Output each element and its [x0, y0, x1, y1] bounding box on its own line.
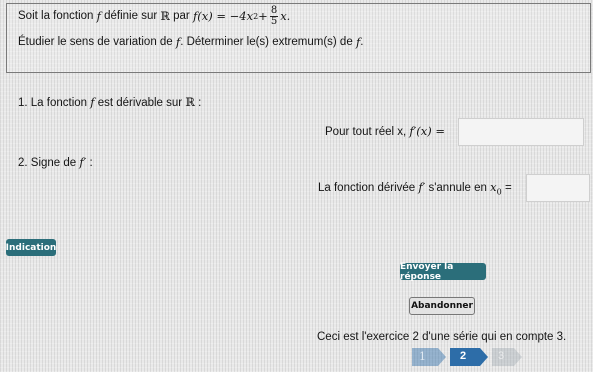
statement-intro: Soit la fonction: [18, 10, 94, 22]
statement-line-2: Étudier le sens de variation de f . Déte…: [18, 32, 578, 52]
q2-prompt-text: La fonction dérivée: [318, 182, 416, 194]
task-end: .: [360, 36, 364, 48]
question-1-label: 1. La fonction f est dérivable sur ℝ :: [18, 95, 201, 109]
exercise-statement: Soit la fonction f définie sur ℝ par f(x…: [18, 4, 578, 52]
q2-colon: :: [89, 157, 93, 169]
abandon-button[interactable]: Abandonner: [409, 297, 475, 315]
statement-par: par: [173, 10, 190, 22]
reals-symbol: ℝ: [160, 9, 170, 23]
root-answer-input[interactable]: [526, 174, 590, 202]
exercise-pager: 1 2 3: [412, 348, 522, 366]
task-middle: . Déterminer le(s) extremum(s) de: [180, 36, 353, 48]
x0-subscript: 0: [496, 187, 502, 197]
pager-arrow-icon: [438, 348, 446, 366]
q1-prompt-math: f′(x) =: [409, 124, 446, 138]
question-2-label: 2. Signe de f′ :: [18, 155, 93, 169]
q2-fprime-symbol: f′: [79, 155, 87, 169]
q1-prefix: 1. La fonction: [18, 97, 88, 109]
fraction-numerator: 8: [269, 4, 279, 17]
q2-label-text: 2. Signe de: [18, 157, 77, 169]
q2-prompt-text-2: s'annule en: [428, 182, 487, 194]
q1-suffix: :: [198, 97, 202, 109]
pager-prev-exercise[interactable]: 1: [412, 348, 438, 366]
pager-arrow-icon: [514, 348, 522, 366]
function-symbol: f: [96, 9, 101, 23]
formula-plus: +: [258, 9, 268, 23]
q1-middle: est dérivable sur: [97, 97, 183, 109]
task-prefix: Étudier le sens de variation de: [18, 36, 173, 48]
q1-derivative-prompt: Pour tout réel x, f′(x) =: [325, 124, 445, 138]
statement-defined: définie sur: [104, 10, 158, 22]
pager-arrow-icon: [480, 348, 488, 366]
formula-x: x.: [280, 9, 291, 23]
pager-next-exercise[interactable]: 3: [492, 348, 514, 366]
pager-current-exercise[interactable]: 2: [450, 348, 480, 366]
statement-line-1: Soit la fonction f définie sur ℝ par f(x…: [18, 4, 578, 27]
fraction-denominator: 5: [270, 15, 278, 27]
series-info-text: Ceci est l'exercice 2 d'une série qui en…: [317, 331, 567, 343]
q1-prompt-text: Pour tout réel x,: [325, 126, 407, 138]
formula-fraction: 8 5: [269, 4, 279, 27]
indication-button[interactable]: Indication: [6, 239, 56, 256]
pager-next-number: 3: [498, 350, 505, 362]
q2-fprime-symbol-2: f′: [418, 180, 426, 194]
derivative-answer-input[interactable]: [458, 118, 584, 146]
q1-reals-symbol: ℝ: [185, 95, 195, 109]
pager-prev-number: 1: [419, 350, 426, 363]
pager-current-number: 2: [460, 350, 467, 362]
q2-equals: =: [504, 182, 512, 194]
formula-lhs: f(x) = −4x: [192, 9, 254, 23]
submit-answer-button[interactable]: Envoyer la réponse: [400, 262, 486, 282]
q1-function-symbol: f: [90, 95, 95, 109]
q2-root-prompt: La fonction dérivée f′ s'annule en x0 =: [318, 180, 512, 196]
